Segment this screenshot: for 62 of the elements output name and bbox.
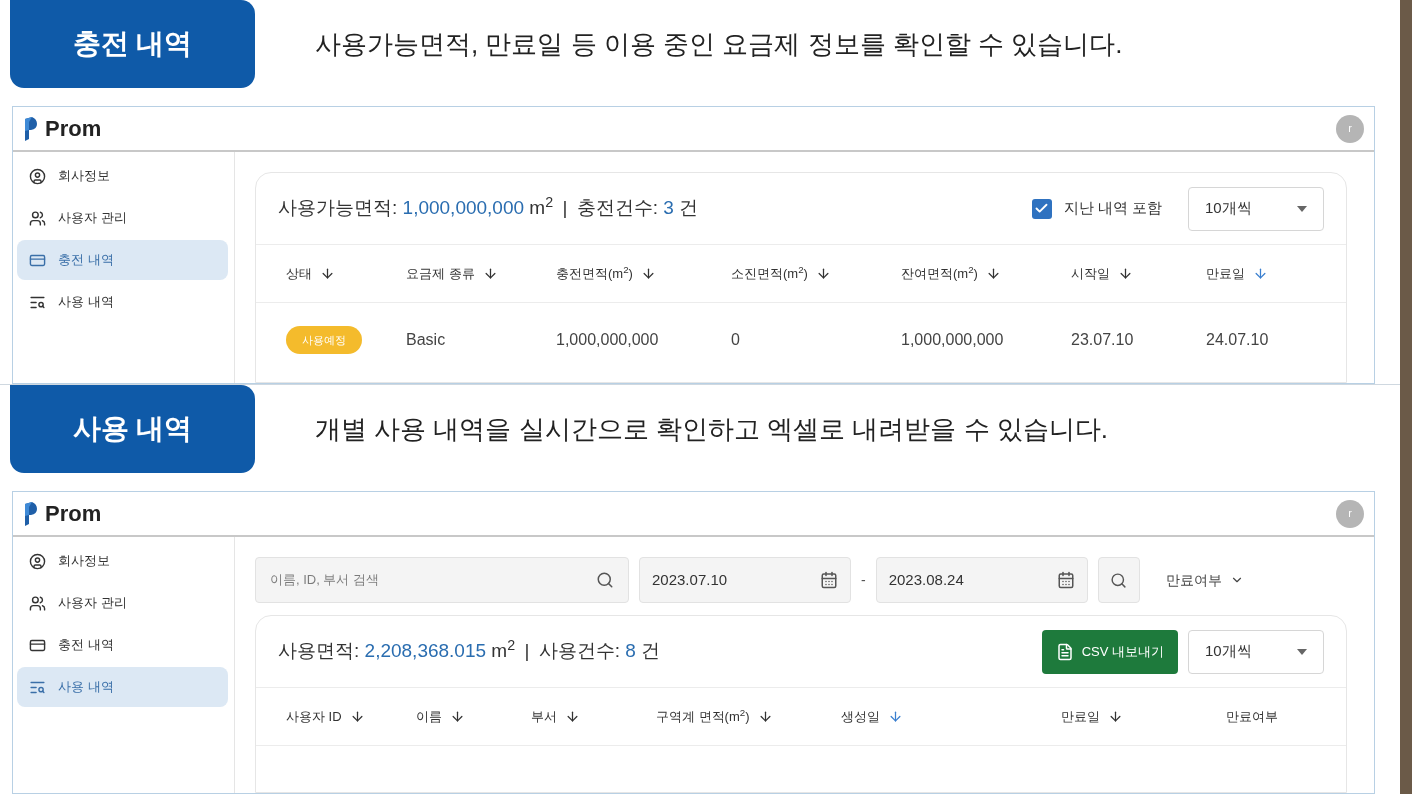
app-logo-text: Prom bbox=[45, 500, 102, 528]
calendar-icon bbox=[820, 571, 838, 589]
dropdown-caret-icon bbox=[1297, 648, 1307, 655]
sidebar-item-icon bbox=[29, 209, 46, 227]
section-caption: 사용가능면적, 만료일 등 이용 중인 요금제 정보를 확인할 수 있습니다. bbox=[315, 27, 1123, 61]
sidebar-item[interactable]: 회사정보 bbox=[17, 541, 228, 581]
status-badge: 사용예정 bbox=[286, 325, 362, 355]
column-header[interactable]: 생성일 bbox=[841, 706, 903, 727]
logo-icon bbox=[23, 501, 37, 526]
sidebar-item[interactable]: 사용자 관리 bbox=[17, 583, 228, 623]
search-button[interactable] bbox=[1097, 557, 1140, 603]
section-heading: 사용 내역 bbox=[10, 385, 255, 473]
table-cell: 0 bbox=[731, 331, 740, 348]
sidebar-item[interactable]: 사용자 관리 bbox=[17, 198, 228, 238]
column-header[interactable]: 만료일 bbox=[1206, 263, 1268, 284]
sidebar-item[interactable]: 회사정보 bbox=[17, 156, 228, 196]
column-header[interactable]: 시작일 bbox=[1071, 263, 1133, 284]
search-input[interactable]: 이름, ID, 부서 검색 bbox=[270, 570, 596, 590]
dropdown-caret-icon bbox=[1297, 205, 1307, 212]
section-heading: 충전 내역 bbox=[10, 0, 255, 88]
summary-text: 사용면적: 2,208,368.015 m$^{2}$ | 사용건수: 8 건 bbox=[278, 637, 661, 664]
column-header[interactable]: 상태 bbox=[286, 263, 335, 284]
page-size-select[interactable]: 10개씩 bbox=[1188, 186, 1324, 231]
column-header[interactable]: 이름 bbox=[416, 706, 465, 727]
column-header[interactable]: 소진면적(m$^{2}$) bbox=[731, 263, 831, 284]
app-logo-text: Prom bbox=[45, 115, 102, 143]
column-header[interactable]: 만료일 bbox=[1061, 706, 1123, 727]
column-header[interactable]: 충전면적(m$^{2}$) bbox=[556, 263, 656, 284]
table-cell: 23.07.10 bbox=[1071, 331, 1134, 348]
search-icon bbox=[596, 571, 614, 589]
page-size-select[interactable]: 10개씩 bbox=[1188, 629, 1324, 674]
search-icon bbox=[1110, 571, 1128, 589]
sidebar-item[interactable]: 충전 내역 bbox=[17, 240, 228, 280]
include-past-checkbox[interactable]: 지난 내역 포함 bbox=[1031, 197, 1162, 220]
date-field[interactable]: 2023.07.10 bbox=[639, 557, 851, 603]
date-range-separator: - bbox=[861, 570, 866, 590]
sidebar-item[interactable]: 충전 내역 bbox=[17, 625, 228, 665]
column-header[interactable]: 잔여면적(m$^{2}$) bbox=[901, 263, 1001, 284]
table-cell: 1,000,000,000 bbox=[556, 331, 659, 348]
csv-export-button[interactable]: CSV 내보내기 bbox=[1041, 629, 1178, 674]
sidebar-item[interactable]: 사용 내역 bbox=[17, 282, 228, 322]
file-icon bbox=[1055, 642, 1074, 661]
expiry-filter-dropdown[interactable]: 만료여부 bbox=[1165, 569, 1244, 591]
column-header[interactable]: 요금제 종류 bbox=[406, 263, 498, 284]
logo-icon bbox=[23, 116, 37, 141]
column-header[interactable]: 구역계 면적(m$^{2}$) bbox=[656, 706, 773, 727]
summary-text: 사용가능면적: 1,000,000,000 m$^{2}$ | 충전건수: 3 건 bbox=[278, 194, 699, 221]
sidebar-item-icon bbox=[29, 167, 46, 185]
search-field[interactable]: 이름, ID, 부서 검색 bbox=[255, 557, 629, 603]
date-field[interactable]: 2023.08.24 bbox=[875, 557, 1088, 603]
section-caption: 개별 사용 내역을 실시간으로 확인하고 엑셀로 내려받을 수 있습니다. bbox=[315, 412, 1108, 446]
table-cell: 24.07.10 bbox=[1206, 331, 1269, 348]
column-header[interactable]: 부서 bbox=[531, 706, 580, 727]
table-cell: 1,000,000,000 bbox=[901, 331, 1004, 348]
table-cell: Basic bbox=[406, 331, 446, 348]
column-header[interactable]: 사용자 ID bbox=[286, 706, 365, 727]
sidebar-item-icon bbox=[29, 552, 46, 570]
column-header[interactable]: 만료여부 bbox=[1226, 706, 1278, 727]
checkbox-icon bbox=[1031, 198, 1052, 219]
sidebar-item-icon bbox=[29, 594, 46, 612]
calendar-icon bbox=[1056, 571, 1075, 589]
sidebar-item[interactable]: 사용 내역 bbox=[17, 667, 228, 707]
